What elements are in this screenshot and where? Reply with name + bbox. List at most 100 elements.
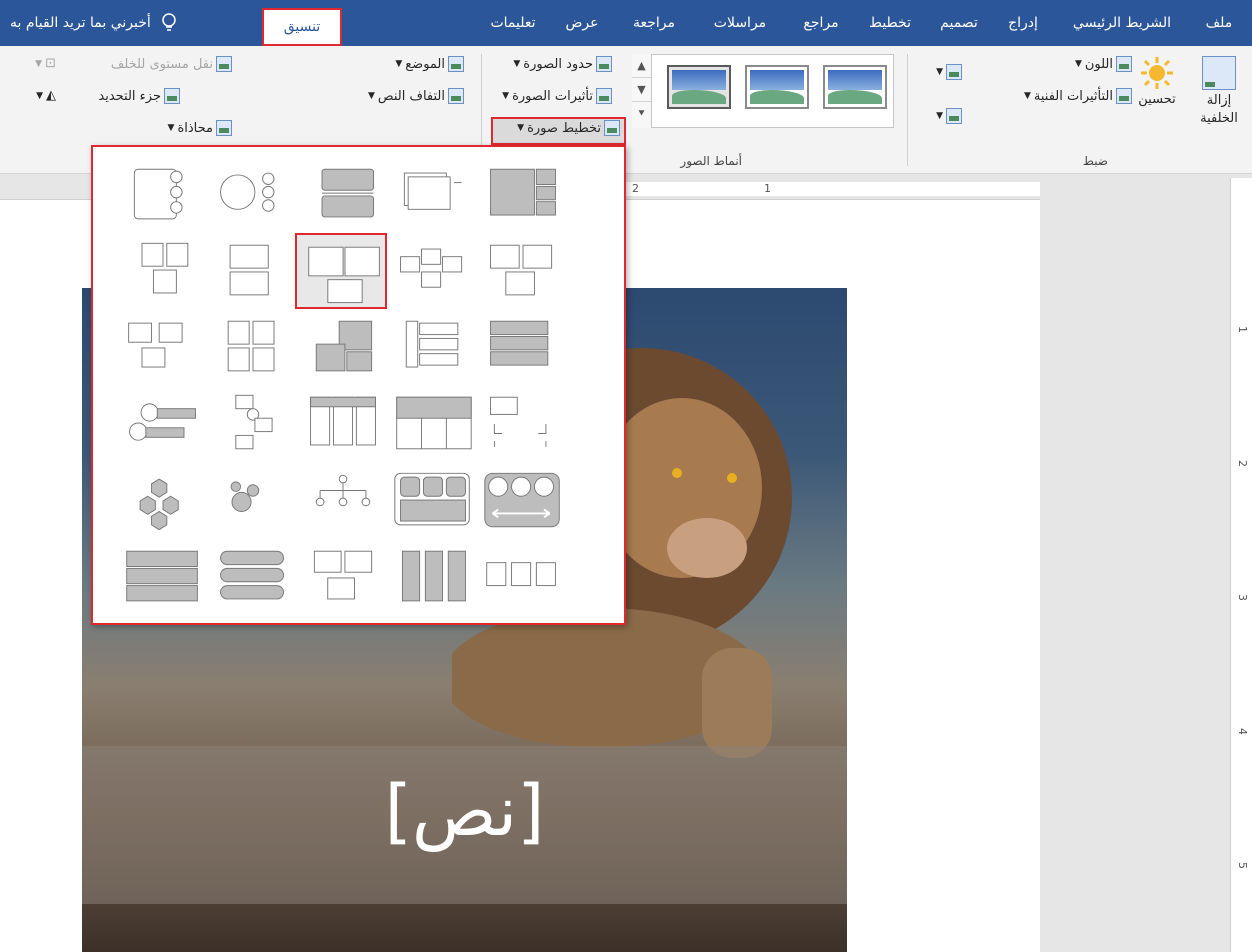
group-button[interactable]: ⊡ ▼ bbox=[35, 56, 56, 71]
color-button[interactable]: اللون ▼ bbox=[1075, 56, 1132, 72]
artistic-effects-icon bbox=[1116, 88, 1132, 104]
layout-option-r3-c5[interactable] bbox=[115, 309, 207, 385]
layout-option-r6-c3[interactable] bbox=[295, 539, 387, 615]
send-backward-button[interactable]: نقل مستوى للخلف bbox=[111, 56, 232, 72]
tab-layout[interactable]: تخطيط bbox=[858, 0, 922, 46]
chevron-down-icon: ▼ bbox=[936, 67, 943, 77]
layout-thumbnail-icon bbox=[227, 320, 275, 372]
picture-layout-button[interactable]: تخطيط صورة ▼ bbox=[517, 120, 620, 136]
styles-group-label: أنماط الصور bbox=[680, 154, 742, 168]
tab-mailings[interactable]: مراسلات bbox=[698, 0, 782, 46]
change-picture-icon bbox=[946, 108, 962, 124]
layout-thumbnail-icon bbox=[486, 562, 556, 587]
layout-option-r5-c1[interactable] bbox=[475, 463, 567, 539]
tab-review[interactable]: مراجعة bbox=[616, 0, 692, 46]
position-button[interactable]: الموضع ▼ bbox=[395, 56, 464, 72]
tell-me-box[interactable]: أخبرني بما تريد القيام به bbox=[10, 0, 177, 46]
layout-option-r5-c3[interactable] bbox=[295, 463, 387, 539]
chevron-down-icon: ▼ bbox=[167, 123, 175, 133]
artistic-effects-button[interactable]: التأثيرات الفنية ▼ bbox=[1024, 88, 1132, 104]
gallery-scroll[interactable]: ▲ ▼ ⯆ bbox=[632, 54, 652, 128]
layout-option-r2-c2[interactable] bbox=[385, 233, 477, 309]
picture-effects-button[interactable]: تأثيرات الصورة ▼ bbox=[502, 88, 612, 104]
lightbulb-icon bbox=[162, 13, 176, 31]
layout-option-r4-c4[interactable] bbox=[205, 385, 297, 461]
layout-option-r5-c4[interactable] bbox=[205, 463, 297, 539]
scroll-up-icon[interactable]: ▲ bbox=[632, 54, 651, 78]
placeholder-text[interactable]: [نص] bbox=[82, 770, 847, 852]
layout-option-r2-c4[interactable] bbox=[205, 233, 297, 309]
remove-background-button[interactable]: إزالة الخلفية bbox=[1192, 56, 1246, 128]
tab-help[interactable]: تعليمات bbox=[476, 0, 550, 46]
layout-option-r5-c5[interactable] bbox=[115, 463, 207, 539]
layout-option-r3-c1[interactable] bbox=[475, 309, 567, 385]
layout-option-r6-c2[interactable] bbox=[385, 539, 477, 615]
tab-home[interactable]: الشريط الرئيسي bbox=[1058, 0, 1186, 46]
layout-thumbnail-icon bbox=[313, 550, 373, 600]
tab-format[interactable]: تنسيق bbox=[262, 8, 342, 46]
layout-option-r2-c5[interactable] bbox=[115, 233, 207, 309]
layout-option-r4-c1[interactable] bbox=[475, 385, 567, 461]
tab-file[interactable]: ملف bbox=[1194, 0, 1244, 46]
layout-option-r5-c2[interactable] bbox=[385, 463, 477, 539]
compress-pictures-button[interactable]: ▼ bbox=[936, 64, 962, 80]
align-button[interactable]: محاذاة ▼ bbox=[168, 120, 232, 136]
rotate-icon: ◭ bbox=[46, 88, 56, 103]
chevron-down-icon: ▼ bbox=[517, 123, 525, 133]
layout-thumbnail-icon bbox=[315, 320, 373, 372]
layout-option-r3-c2[interactable] bbox=[385, 309, 477, 385]
layout-option-r6-c5[interactable] bbox=[115, 539, 207, 615]
group-separator bbox=[907, 54, 908, 166]
ruler-mark-2: 2 bbox=[632, 182, 639, 195]
picture-style-3[interactable] bbox=[667, 65, 731, 109]
layout-option-r3-c4[interactable] bbox=[205, 309, 297, 385]
layout-option-r3-c3[interactable] bbox=[295, 309, 387, 385]
corrections-label: تحسين bbox=[1138, 92, 1176, 107]
chevron-down-icon: ▼ bbox=[1074, 59, 1082, 69]
layout-option-r4-c5[interactable] bbox=[115, 385, 207, 461]
scroll-down-icon[interactable]: ▼ bbox=[632, 78, 651, 102]
rotate-button[interactable]: ◭ ▼ bbox=[36, 88, 56, 103]
layout-thumbnail-icon bbox=[141, 242, 189, 294]
sun-icon bbox=[1141, 57, 1173, 89]
tab-insert[interactable]: إدراج bbox=[996, 0, 1050, 46]
layout-option-r6-c4[interactable] bbox=[205, 539, 297, 615]
layout-option-r1-c5[interactable] bbox=[115, 157, 207, 233]
layout-thumbnail-icon bbox=[400, 248, 463, 288]
picture-border-button[interactable]: حدود الصورة ▼ bbox=[513, 56, 612, 72]
picture-style-1[interactable] bbox=[823, 65, 887, 109]
color-label: اللون bbox=[1084, 56, 1113, 72]
tab-view[interactable]: عرض bbox=[557, 0, 607, 46]
align-label: محاذاة bbox=[177, 120, 213, 136]
tell-me-label: أخبرني بما تريد القيام به bbox=[10, 15, 151, 31]
selection-pane-button[interactable]: جزء التحديد bbox=[98, 88, 180, 104]
picture-style-2[interactable] bbox=[745, 65, 809, 109]
vruler-mark-5: 5 bbox=[1236, 862, 1249, 869]
layout-option-r1-c2[interactable] bbox=[385, 157, 477, 233]
layout-option-r2-c3[interactable] bbox=[295, 233, 387, 309]
layout-option-r1-c3[interactable] bbox=[295, 157, 387, 233]
layout-option-r6-c1[interactable] bbox=[475, 539, 567, 615]
layout-option-r2-c1[interactable] bbox=[475, 233, 567, 309]
layout-thumbnail-icon bbox=[401, 550, 466, 602]
gallery-more-icon[interactable]: ⯆ bbox=[632, 102, 651, 126]
tab-references[interactable]: مراجع bbox=[790, 0, 852, 46]
layout-thumbnail-icon bbox=[220, 550, 285, 600]
ruler-mark-1: 1 bbox=[764, 182, 771, 195]
corrections-button[interactable]: تحسين bbox=[1132, 56, 1182, 107]
ribbon-tab-bar: ملف الشريط الرئيسي إدراج تصميم تخطيط مرا… bbox=[0, 0, 1252, 46]
chevron-down-icon: ▼ bbox=[936, 111, 943, 121]
color-icon bbox=[1116, 56, 1132, 72]
picture-styles-gallery[interactable] bbox=[632, 54, 894, 128]
change-picture-button[interactable]: ▼ bbox=[936, 108, 962, 124]
layout-option-r4-c2[interactable] bbox=[385, 385, 477, 461]
layout-thumbnail-icon bbox=[315, 474, 371, 507]
layout-option-r4-c3[interactable] bbox=[295, 385, 387, 461]
chevron-down-icon: ▼ bbox=[35, 58, 43, 69]
chevron-down-icon: ▼ bbox=[395, 59, 403, 69]
tab-design[interactable]: تصميم bbox=[928, 0, 990, 46]
group-icon: ⊡ bbox=[45, 56, 56, 71]
layout-option-r1-c4[interactable] bbox=[205, 157, 297, 233]
wrap-text-button[interactable]: التفاف النص ▼ bbox=[368, 88, 464, 104]
layout-option-r1-c1[interactable] bbox=[475, 157, 567, 233]
